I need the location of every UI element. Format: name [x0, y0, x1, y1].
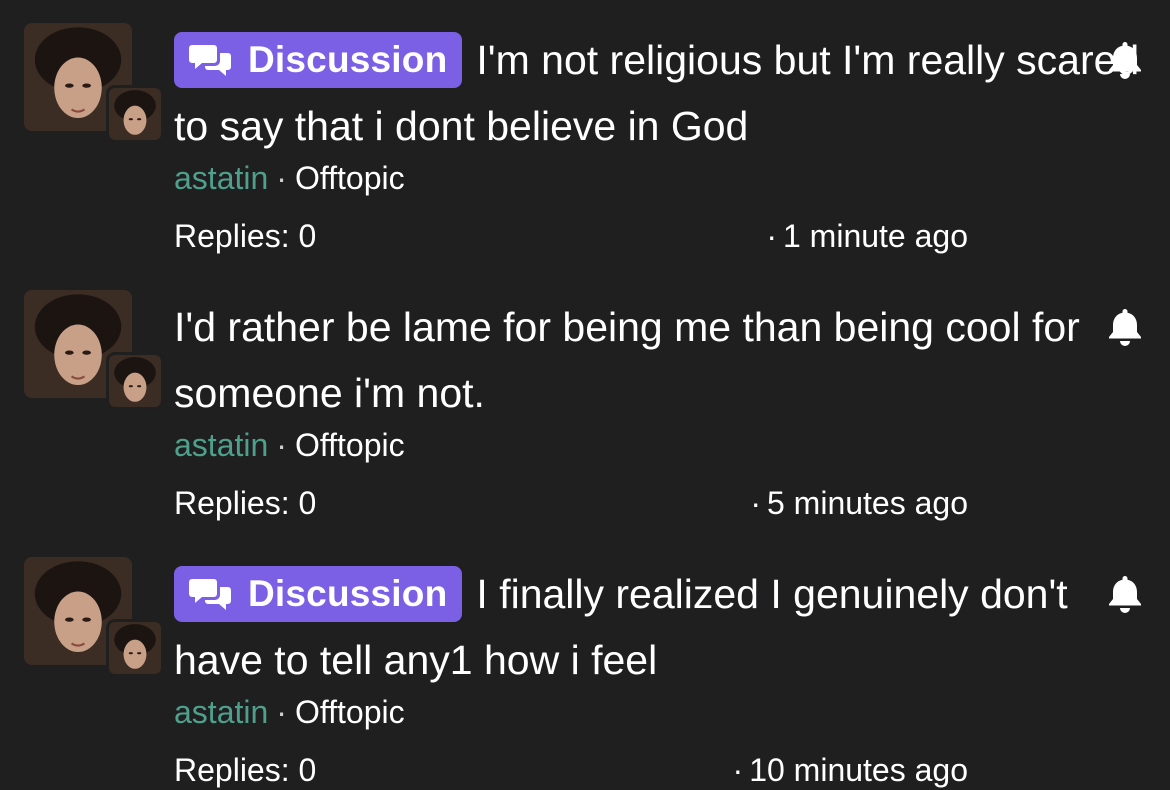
chat-bubbles-icon [189, 45, 231, 76]
bell-icon[interactable] [1106, 573, 1144, 613]
thread-item[interactable]: Discussion I finally realized I genuinely… [0, 557, 1170, 790]
badge-label: Discussion [248, 39, 448, 80]
discussion-badge: Discussion [174, 566, 463, 622]
timestamp: · 10 minutes ago [733, 752, 968, 789]
time-text: 5 minutes ago [766, 485, 968, 521]
bell-icon[interactable] [1106, 306, 1144, 346]
author-link[interactable]: astatin [174, 694, 268, 730]
bell-icon[interactable] [1106, 39, 1144, 79]
thread-title[interactable]: Discussion I finally realized I genuinely… [174, 561, 1154, 693]
avatar-small-image [109, 355, 161, 407]
author-link[interactable]: astatin [174, 160, 268, 196]
avatar-small-image [109, 622, 161, 674]
replies-count: Replies: 0 [174, 752, 317, 788]
avatar-small [106, 352, 164, 410]
meta-separator: · [276, 427, 287, 463]
thread-item[interactable]: I'd rather be lame for being me than bei… [0, 290, 1170, 556]
thread-meta: astatin · Offtopic [174, 160, 405, 197]
avatar-small-image [109, 88, 161, 140]
thread-title-text: I'd rather be lame for being me than bei… [174, 304, 1080, 416]
timestamp: · 1 minute ago [766, 218, 968, 255]
badge-label: Discussion [248, 573, 448, 614]
time-separator: · [766, 218, 777, 254]
time-separator: · [750, 485, 761, 521]
time-text: 10 minutes ago [749, 752, 968, 788]
chat-bubbles-icon [189, 579, 231, 610]
thread-list: Discussion I'm not religious but I'm real… [0, 0, 1170, 790]
avatar-small [106, 85, 164, 143]
category-label[interactable]: Offtopic [295, 694, 405, 730]
time-text: 1 minute ago [782, 218, 968, 254]
thread-title[interactable]: Discussion I'm not religious but I'm real… [174, 27, 1154, 159]
thread-meta: astatin · Offtopic [174, 427, 405, 464]
meta-separator: · [276, 160, 287, 196]
category-label[interactable]: Offtopic [295, 160, 405, 196]
time-separator: · [732, 752, 744, 788]
avatar-small [106, 619, 164, 677]
author-link[interactable]: astatin [174, 427, 268, 463]
replies-count: Replies: 0 [174, 218, 317, 254]
category-label[interactable]: Offtopic [295, 427, 405, 463]
discussion-badge: Discussion [174, 32, 463, 88]
timestamp: · 5 minutes ago [750, 485, 968, 522]
replies-count: Replies: 0 [174, 485, 317, 521]
thread-item[interactable]: Discussion I'm not religious but I'm real… [0, 23, 1170, 289]
meta-separator: · [276, 694, 287, 730]
thread-title[interactable]: I'd rather be lame for being me than bei… [174, 294, 1154, 426]
thread-meta: astatin · Offtopic [174, 694, 405, 731]
